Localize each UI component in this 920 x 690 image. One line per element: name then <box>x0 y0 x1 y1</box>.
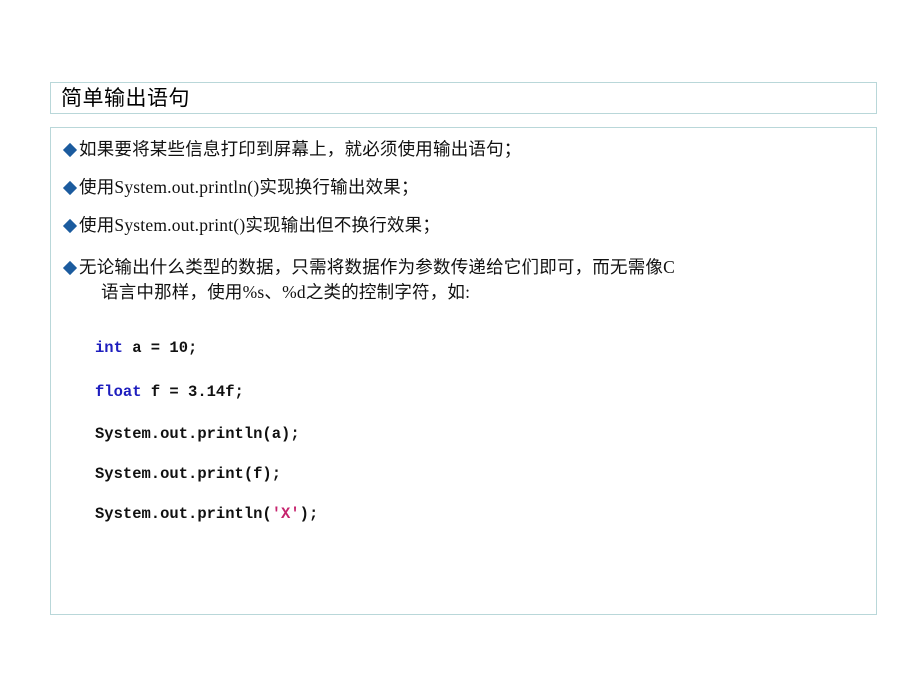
code-line-5: System.out.println('X'); <box>95 504 864 524</box>
diamond-bullet-icon <box>63 143 78 158</box>
bullet-text-2: 使用System.out.println()实现换行输出效果； <box>79 177 419 197</box>
code-line-5-suffix: ); <box>299 505 319 523</box>
bullet-text-4-line-1: 无论输出什么类型的数据，只需将数据作为参数传递给它们即可，而无需像C <box>79 257 675 277</box>
bullet-item-3: 使用System.out.print()实现输出但不换行效果； <box>55 213 864 238</box>
bullet-spacer <box>55 238 864 255</box>
bullet-spacer <box>55 162 864 175</box>
code-keyword-float: float <box>95 383 142 401</box>
code-line-4: System.out.print(f); <box>95 465 282 483</box>
code-line-3: System.out.println(a); <box>95 425 300 443</box>
code-line-2-rest: f = 3.14f; <box>141 383 244 401</box>
code-line-2: float f = 3.14f; <box>95 382 864 402</box>
diamond-bullet-icon <box>63 219 78 234</box>
diamond-bullet-icon <box>63 181 78 196</box>
code-line-1-rest: a = 10; <box>122 339 198 357</box>
diamond-bullet-icon <box>63 261 78 276</box>
page-title: 简单输出语句 <box>61 85 190 110</box>
code-sample: int a = 10; float f = 3.14f; System.out.… <box>95 338 864 524</box>
bullet-text-3: 使用System.out.print()实现输出但不换行效果； <box>79 215 441 235</box>
bullet-text-1: 如果要将某些信息打印到屏幕上，就必须使用输出语句； <box>79 139 522 159</box>
code-keyword-int: int <box>95 339 123 357</box>
slide-title-box: 简单输出语句 <box>50 82 877 114</box>
code-line-5-prefix: System.out.println( <box>95 505 272 523</box>
slide-canvas: 简单输出语句 如果要将某些信息打印到屏幕上，就必须使用输出语句； 使用Syste… <box>0 0 920 690</box>
bullet-item-2: 使用System.out.println()实现换行输出效果； <box>55 175 864 200</box>
code-line-1: int a = 10; <box>95 338 864 358</box>
bullet-spacer <box>55 200 864 213</box>
bullet-item-4: 无论输出什么类型的数据，只需将数据作为参数传递给它们即可，而无需像C 语言中那样，… <box>55 255 864 305</box>
code-char-literal: 'X' <box>271 505 300 523</box>
bullet-text-4: 无论输出什么类型的数据，只需将数据作为参数传递给它们即可，而无需像C 语言中那样，… <box>79 255 675 305</box>
slide-content-box: 如果要将某些信息打印到屏幕上，就必须使用输出语句； 使用System.out.p… <box>50 127 877 615</box>
bullet-text-4-line-2: 语言中那样，使用%s、%d之类的控制字符，如: <box>101 282 471 302</box>
bullet-item-1: 如果要将某些信息打印到屏幕上，就必须使用输出语句； <box>55 137 864 162</box>
